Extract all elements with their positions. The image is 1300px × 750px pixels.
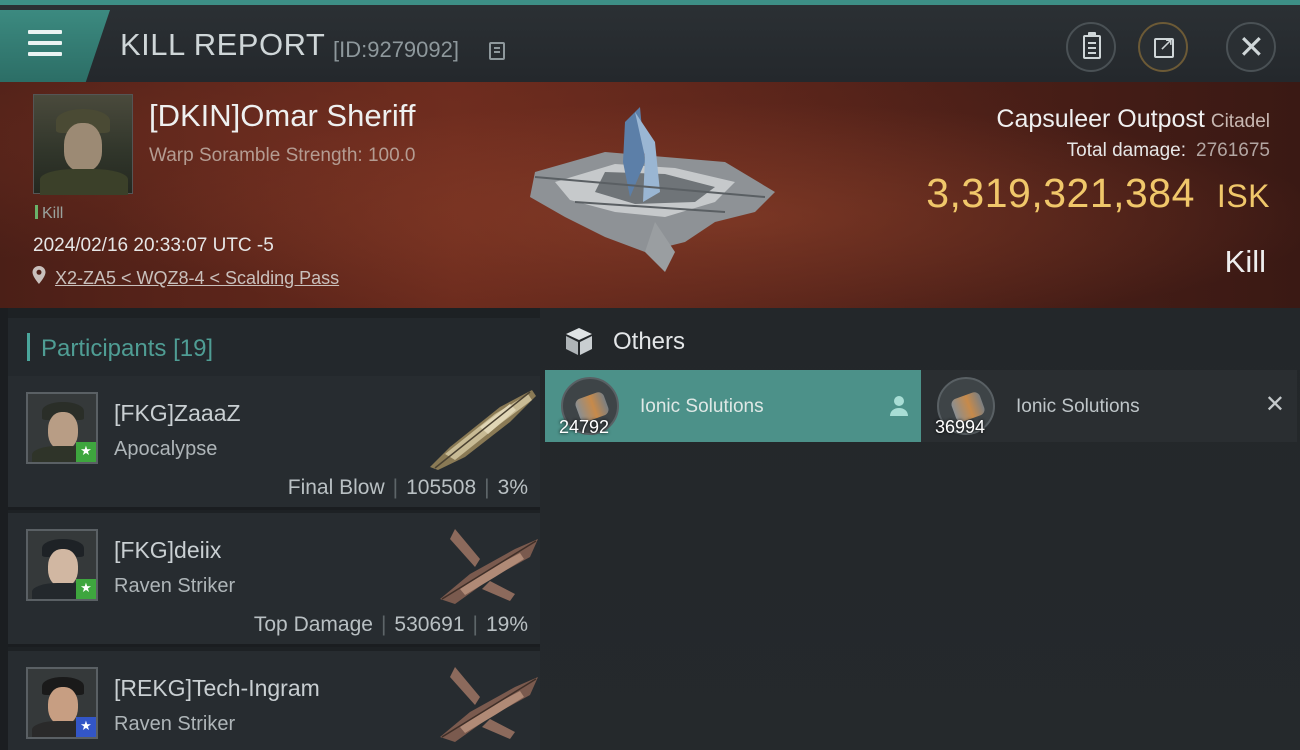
participant-name: [REKG]Tech-Ingram xyxy=(114,675,320,701)
participant-ship: Raven Striker xyxy=(114,575,236,597)
others-item[interactable]: 24792 Ionic Solutions xyxy=(545,370,921,442)
participant-damage: 105508 xyxy=(406,476,477,499)
others-panel: Others 24792 Ionic Solutions 36994 Ionic… xyxy=(540,308,1300,750)
participant-percent: 3% xyxy=(497,476,528,499)
star-icon: ★ xyxy=(76,717,96,737)
participant-row[interactable]: ★ [REKG]Tech-Ingram Raven Striker xyxy=(8,651,540,750)
close-button[interactable]: ✕ xyxy=(1226,22,1276,72)
participant-role: Final Blow xyxy=(287,476,385,499)
participants-count: [19] xyxy=(173,335,214,362)
avatar[interactable]: ★ xyxy=(26,529,98,601)
participant-role: Top Damage xyxy=(253,613,373,636)
menu-button[interactable] xyxy=(0,10,110,82)
avatar[interactable]: ★ xyxy=(26,392,98,464)
total-damage: Total damage: 2761675 xyxy=(1067,140,1270,162)
copy-icon[interactable] xyxy=(489,42,505,60)
total-damage-label: Total damage: xyxy=(1066,140,1187,161)
victim-ship-name[interactable]: Capsuleer Outpost xyxy=(996,105,1204,133)
star-icon: ★ xyxy=(76,579,96,599)
isk-value: 3,319,321,384 ISK xyxy=(926,170,1270,217)
others-header: Others xyxy=(540,308,1300,370)
close-icon: ✕ xyxy=(1238,28,1265,66)
share-icon xyxy=(1154,34,1174,58)
participant-name: [FKG]deiix xyxy=(114,537,222,563)
participant-name: [FKG]ZaaaZ xyxy=(114,400,241,426)
report-id: [ID:9279092] xyxy=(333,37,459,62)
others-item-name: Ionic Solutions xyxy=(1016,396,1140,417)
location-pin-icon xyxy=(32,266,46,284)
victim-portrait[interactable] xyxy=(33,94,133,195)
citadel-structure-image xyxy=(530,107,775,272)
kill-tag: Kill xyxy=(35,205,63,223)
isk-amount: 3,319,321,384 xyxy=(926,170,1195,216)
location-link[interactable]: X2-ZA5 < WQZ8-4 < Scalding Pass xyxy=(55,268,339,289)
avatar[interactable]: ★ xyxy=(26,667,98,739)
star-icon: ★ xyxy=(76,442,96,462)
victim-ship-class: Citadel xyxy=(1210,111,1270,132)
kill-timestamp: 2024/02/16 20:33:07 UTC -5 xyxy=(33,235,274,256)
others-item-name: Ionic Solutions xyxy=(640,396,764,417)
total-damage-value: 2761675 xyxy=(1196,140,1270,161)
kill-result: Kill xyxy=(1224,244,1266,279)
participants-header: Participants [19] xyxy=(8,318,540,376)
raven-striker-ship-image xyxy=(440,667,538,742)
hamburger-icon xyxy=(28,30,62,58)
others-title: Others xyxy=(613,328,686,355)
apocalypse-ship-image xyxy=(430,390,536,470)
participant-damage: 530691 xyxy=(394,613,465,636)
participants-panel: Participants [19] ★ [FKG]ZaaaZ Apocalyps… xyxy=(8,308,540,750)
others-item[interactable]: 36994 Ionic Solutions ✕ xyxy=(921,370,1297,442)
participant-row[interactable]: ★ [FKG]ZaaaZ Apocalypse Final Blow | 10550… xyxy=(8,376,540,510)
raven-striker-ship-image xyxy=(440,529,538,604)
others-item-count: 24792 xyxy=(559,417,610,437)
clipboard-icon xyxy=(1083,32,1101,59)
header-bar: KILL REPORT [ID:9279092] ✕ xyxy=(0,0,1300,82)
cube-icon xyxy=(566,328,592,355)
close-icon[interactable]: ✕ xyxy=(1265,390,1285,418)
participant-percent: 19% xyxy=(485,613,528,636)
isk-unit: ISK xyxy=(1216,178,1270,214)
participant-row[interactable]: ★ [FKG]deiix Raven Striker Top Damage | 53… xyxy=(8,513,540,647)
page-title: KILL REPORT xyxy=(120,27,326,62)
clipboard-button[interactable] xyxy=(1066,22,1116,72)
person-icon[interactable] xyxy=(889,395,909,417)
share-button[interactable] xyxy=(1138,22,1188,72)
participant-ship: Raven Striker xyxy=(114,713,236,735)
victim-ship-type: Capsuleer Outpost Citadel xyxy=(996,105,1270,134)
victim-name[interactable]: [DKIN]Omar Sheriff xyxy=(149,98,415,134)
participants-label: Participants xyxy=(41,335,167,362)
participant-ship: Apocalypse xyxy=(114,438,218,460)
others-item-count: 36994 xyxy=(935,417,986,437)
victim-banner: [DKIN]Omar Sheriff Warp Soramble Strengt… xyxy=(0,82,1300,308)
participant-stats: Top Damage | 530691 | 19% xyxy=(253,613,528,636)
warp-scramble-strength: Warp Soramble Strength: 100.0 xyxy=(149,145,416,166)
participant-stats: Final Blow | 105508 | 3% xyxy=(287,476,528,499)
